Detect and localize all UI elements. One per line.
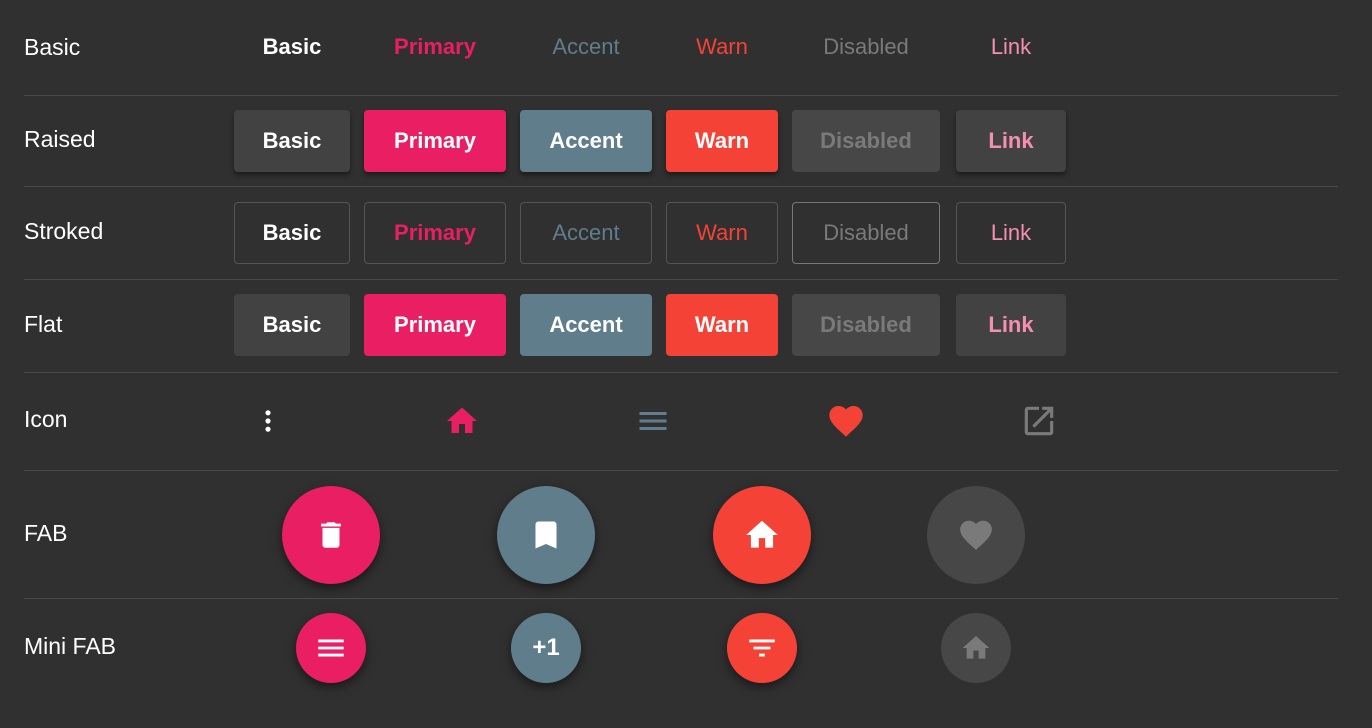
raised-button-primary[interactable]: Primary bbox=[364, 110, 506, 172]
divider bbox=[24, 470, 1338, 471]
icon-button-disabled bbox=[1015, 397, 1063, 445]
fab-accent[interactable] bbox=[497, 486, 595, 584]
raised-button-accent[interactable]: Accent bbox=[520, 110, 652, 172]
icon-button-basic[interactable] bbox=[244, 397, 292, 445]
flat-button-basic[interactable]: Basic bbox=[234, 294, 350, 356]
flat-button-primary[interactable]: Primary bbox=[364, 294, 506, 356]
more-vert-icon bbox=[265, 410, 271, 432]
home-icon bbox=[746, 520, 778, 548]
fab-disabled bbox=[927, 486, 1025, 584]
home-icon bbox=[447, 407, 477, 433]
flat-button-warn[interactable]: Warn bbox=[666, 294, 778, 356]
stroked-button-disabled: Disabled bbox=[792, 202, 940, 264]
divider bbox=[24, 95, 1338, 96]
basic-button-basic[interactable]: Basic bbox=[234, 30, 350, 64]
favorite-icon bbox=[960, 520, 992, 550]
basic-button-primary[interactable]: Primary bbox=[364, 30, 506, 64]
favorite-icon bbox=[829, 406, 863, 437]
fab-warn[interactable] bbox=[713, 486, 811, 584]
mini-fab-disabled bbox=[941, 613, 1011, 683]
row-label-mini-fab: Mini FAB bbox=[24, 633, 117, 659]
divider bbox=[24, 372, 1338, 373]
bookmark-icon bbox=[535, 521, 557, 549]
mini-fab-primary[interactable] bbox=[296, 613, 366, 683]
stroked-button-primary[interactable]: Primary bbox=[364, 202, 506, 264]
basic-button-link[interactable]: Link bbox=[956, 30, 1066, 64]
plus-one-label: +1 bbox=[532, 634, 560, 661]
menu-icon bbox=[639, 412, 667, 430]
divider bbox=[24, 279, 1338, 280]
basic-button-disabled: Disabled bbox=[823, 34, 909, 59]
row-label-fab: FAB bbox=[24, 520, 68, 546]
basic-button-warn[interactable]: Warn bbox=[666, 30, 778, 64]
row-label-basic: Basic bbox=[24, 34, 81, 60]
stroked-button-warn[interactable]: Warn bbox=[666, 202, 778, 264]
fab-primary[interactable] bbox=[282, 486, 380, 584]
mini-fab-warn[interactable] bbox=[727, 613, 797, 683]
stroked-button-link[interactable]: Link bbox=[956, 202, 1066, 264]
icon-button-primary[interactable] bbox=[438, 397, 486, 445]
row-label-icon: Icon bbox=[24, 406, 68, 432]
filter-list-icon bbox=[749, 639, 775, 657]
divider bbox=[24, 598, 1338, 599]
raised-button-disabled: Disabled bbox=[792, 110, 940, 172]
row-label-flat: Flat bbox=[24, 311, 63, 337]
icon-button-warn[interactable] bbox=[822, 397, 870, 445]
delete-icon bbox=[321, 522, 341, 548]
row-label-raised: Raised bbox=[24, 126, 96, 152]
flat-button-disabled: Disabled bbox=[792, 294, 940, 356]
raised-button-warn[interactable]: Warn bbox=[666, 110, 778, 172]
flat-button-link[interactable]: Link bbox=[956, 294, 1066, 356]
basic-button-accent[interactable]: Accent bbox=[520, 30, 652, 64]
open-in-new-icon bbox=[1024, 406, 1054, 436]
stroked-button-accent[interactable]: Accent bbox=[520, 202, 652, 264]
menu-icon bbox=[318, 639, 344, 657]
raised-button-link[interactable]: Link bbox=[956, 110, 1066, 172]
icon-button-accent[interactable] bbox=[629, 397, 677, 445]
row-label-stroked: Stroked bbox=[24, 218, 104, 244]
divider bbox=[24, 186, 1338, 187]
stroked-button-basic[interactable]: Basic bbox=[234, 202, 350, 264]
raised-button-basic[interactable]: Basic bbox=[234, 110, 350, 172]
home-icon bbox=[962, 636, 990, 659]
mini-fab-accent[interactable]: +1 bbox=[511, 613, 581, 683]
flat-button-accent[interactable]: Accent bbox=[520, 294, 652, 356]
